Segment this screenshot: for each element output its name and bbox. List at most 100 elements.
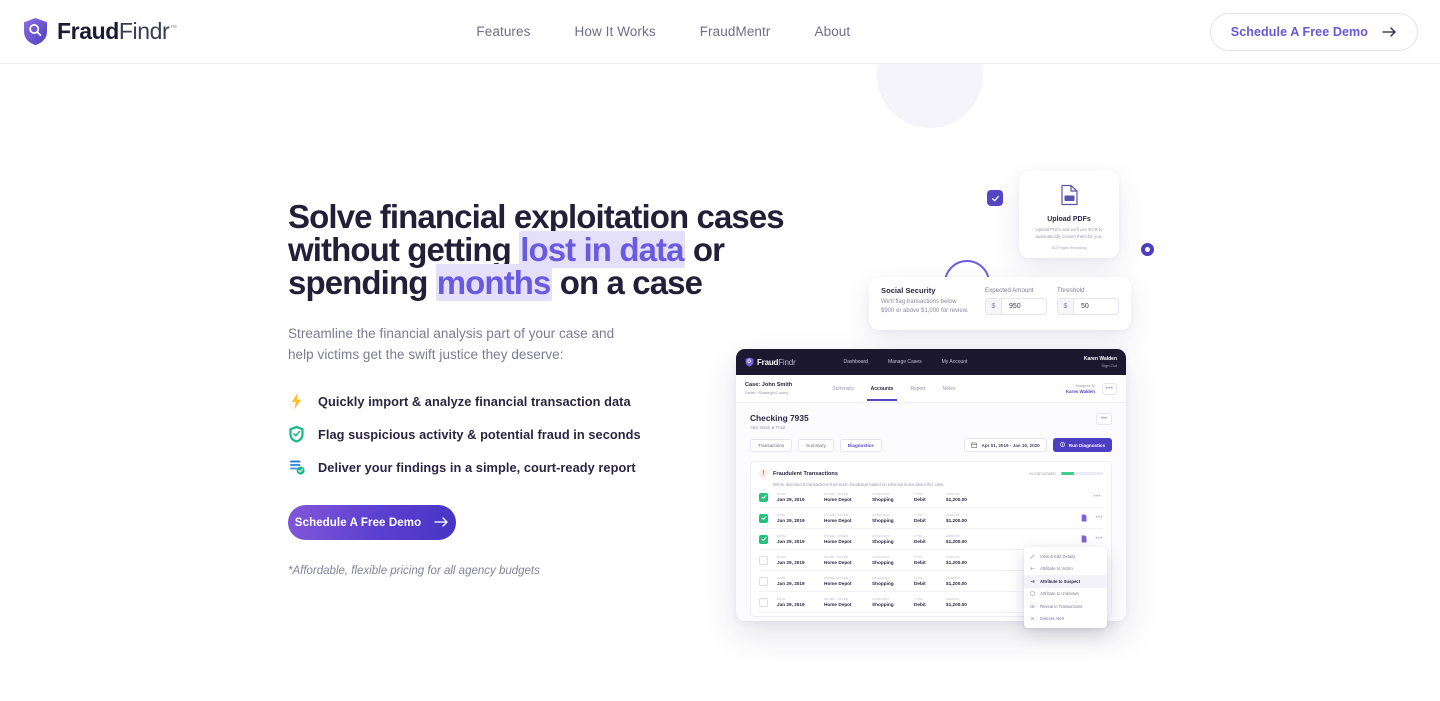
headline-line-1: Solve financial exploitation cases <box>288 198 785 235</box>
cell-date: Jan 29, 2019 <box>777 497 805 503</box>
tab-summary[interactable]: Summary <box>832 386 853 392</box>
currency-prefix-icon: $ <box>986 299 1002 314</box>
row-checkbox[interactable] <box>759 555 768 565</box>
panel-header: ! Fraudulent Transactions 3/10 REVIEWED <box>759 469 1103 478</box>
attachment-icon[interactable] <box>1081 530 1087 548</box>
app-nav-item-my-account[interactable]: My Account <box>942 359 968 365</box>
column-header-payee: PAYEE / PAYER <box>824 512 849 517</box>
review-count: 3/10 REVIEWED <box>1028 471 1056 476</box>
threshold-input[interactable]: $ 50 <box>1057 298 1119 315</box>
menu-item-attribute-to-victim[interactable]: Attribute to Victim <box>1024 563 1107 576</box>
app-case-bar: Case: John Smith Salter / Strategic/Coun… <box>736 375 1126 403</box>
date-range-picker[interactable]: Apr 01, 2019 - Jan 16, 2020 <box>963 438 1047 452</box>
cell-payee: Home Depot <box>824 581 852 587</box>
brand-logo[interactable]: FraudFindr™ <box>22 17 177 46</box>
page-title: Solve financial exploitation cases witho… <box>288 198 788 301</box>
headline-line-3b: on a case <box>551 264 703 301</box>
row-checkbox[interactable] <box>759 597 768 607</box>
table-row[interactable]: DATEJan 29, 2019 PAYEE / PAYERHome Depot… <box>759 487 1103 508</box>
upload-pdfs-card: Upload PDFs Upload PDFs and we'll use OC… <box>1019 171 1119 258</box>
header-schedule-demo-button[interactable]: Schedule A Free Demo <box>1209 12 1418 51</box>
column-header-amount: AMOUNT <box>946 491 961 496</box>
nav-item-how-it-works[interactable]: How It Works <box>574 24 655 39</box>
row-checkbox[interactable] <box>759 492 768 502</box>
hero-copy: Solve financial exploitation cases witho… <box>288 200 788 577</box>
attachment-icon[interactable] <box>1081 509 1087 527</box>
cell-date: Jan 29, 2019 <box>777 518 805 524</box>
calendar-icon <box>970 442 977 449</box>
column-header-type: TYPE <box>914 596 923 601</box>
cell-payee: Home Depot <box>824 560 852 566</box>
account-more-options-button[interactable]: ••• <box>1096 413 1112 425</box>
app-brand-logo[interactable]: FraudFindr <box>745 357 796 367</box>
tab-accounts[interactable]: Accounts <box>866 386 898 401</box>
main-nav: Features How It Works FraudMentr About <box>476 24 910 39</box>
cell-payee: Home Depot <box>824 539 852 545</box>
app-sign-out-link[interactable]: Sign Out <box>1084 363 1117 368</box>
menu-item-dismiss-alert[interactable]: Dismiss Alert <box>1024 613 1107 626</box>
eye-icon <box>1030 604 1035 608</box>
menu-item-label: Reveal in Transactions <box>1040 603 1083 609</box>
nav-item-fraudmentr[interactable]: FraudMentr <box>700 24 771 39</box>
menu-item-reveal-in-transactions[interactable]: Reveal in Transactions <box>1024 600 1107 613</box>
review-progress: 3/10 REVIEWED <box>1029 472 1103 476</box>
site-header: FraudFindr™ Features How It Works FraudM… <box>0 0 1440 64</box>
hero-subcopy-line-2: help victims get the swift justice they … <box>288 347 564 362</box>
hero-subcopy: Streamline the financial analysis part o… <box>288 323 788 365</box>
social-security-title: Social Security <box>881 286 936 295</box>
row-more-options-button[interactable]: ••• <box>1095 536 1103 542</box>
headline-highlight-2: months <box>435 264 552 301</box>
cell-category: Shopping <box>872 518 894 524</box>
row-more-options-button[interactable]: ••• <box>1093 494 1101 500</box>
hero-feature-list: Quickly import & analyze financial trans… <box>288 392 788 476</box>
cell-amount: $1,200.00 <box>946 518 967 524</box>
case-more-options-button[interactable]: ••• <box>1102 382 1117 395</box>
expected-amount-input[interactable]: $ 950 <box>985 298 1047 315</box>
cell-date: Jan 29, 2019 <box>777 560 805 566</box>
brand-name-light: Findr <box>118 18 170 44</box>
tab-notes[interactable]: Notes <box>942 386 955 392</box>
menu-item-label: Attribute to Victim <box>1040 566 1073 572</box>
column-header-category: CATEGORY <box>872 554 890 559</box>
column-header-type: TYPE <box>914 491 923 496</box>
column-header-payee: PAYEE / PAYER <box>824 491 849 496</box>
menu-item-attribute-to-suspect[interactable]: Attribute to Suspect <box>1024 575 1107 588</box>
cell-category: Shopping <box>872 539 894 545</box>
nav-item-features[interactable]: Features <box>476 24 530 39</box>
list-item-label: Flag suspicious activity & potential fra… <box>318 426 641 442</box>
account-subtitle: ABC Bank & Trust <box>750 425 786 430</box>
table-row[interactable]: DATEJan 29, 2019 PAYEE / PAYERHome Depot… <box>759 508 1103 529</box>
arrow-right-icon <box>1030 579 1035 583</box>
app-top-nav: FraudFindr Dashboard Manage Cases My Acc… <box>736 349 1126 375</box>
social-security-description: We'll flag transactions below $900 or ab… <box>881 299 969 314</box>
decorative-circle-large <box>877 64 983 128</box>
tab-report[interactable]: Report <box>910 386 925 392</box>
app-user-menu[interactable]: Karen Walden Sign Out <box>1084 356 1117 368</box>
row-checkbox[interactable] <box>759 513 768 523</box>
arrow-right-icon <box>1382 26 1397 37</box>
expected-amount-label: Expected Amount <box>985 287 1034 294</box>
cell-amount: $1,200.00 <box>946 497 967 503</box>
run-diagnostics-button[interactable]: Run Diagnostics <box>1052 438 1112 452</box>
chip-summary[interactable]: Summary <box>798 438 834 452</box>
cell-type: Debit <box>914 539 926 545</box>
row-more-options-button[interactable]: ••• <box>1095 515 1103 521</box>
menu-item-attribute-to-unknown[interactable]: Attribute to Unknown <box>1024 588 1107 601</box>
headline-line-2b: or <box>684 231 725 268</box>
nav-item-about[interactable]: About <box>814 24 850 39</box>
app-nav-item-manage-cases[interactable]: Manage Cases <box>888 359 922 365</box>
threshold-label: Threshold <box>1057 287 1085 294</box>
hero-schedule-demo-button[interactable]: Schedule A Free Demo <box>288 505 456 540</box>
currency-prefix-icon: $ <box>1058 299 1074 314</box>
column-header-payee: PAYEE / PAYER <box>824 533 849 538</box>
app-nav-item-dashboard[interactable]: Dashboard <box>843 359 867 365</box>
list-item: Quickly import & analyze financial trans… <box>288 392 788 410</box>
menu-item-view-edit-details[interactable]: View & Edit Details <box>1024 550 1107 563</box>
chip-transactions[interactable]: Transactions <box>750 438 793 452</box>
cell-category: Shopping <box>872 497 894 503</box>
row-checkbox[interactable] <box>759 534 768 544</box>
row-checkbox[interactable] <box>759 576 768 586</box>
account-title: Checking 7935 <box>750 413 809 423</box>
cell-type: Debit <box>914 560 926 566</box>
chip-diagnostics[interactable]: Diagnostics <box>839 438 882 452</box>
